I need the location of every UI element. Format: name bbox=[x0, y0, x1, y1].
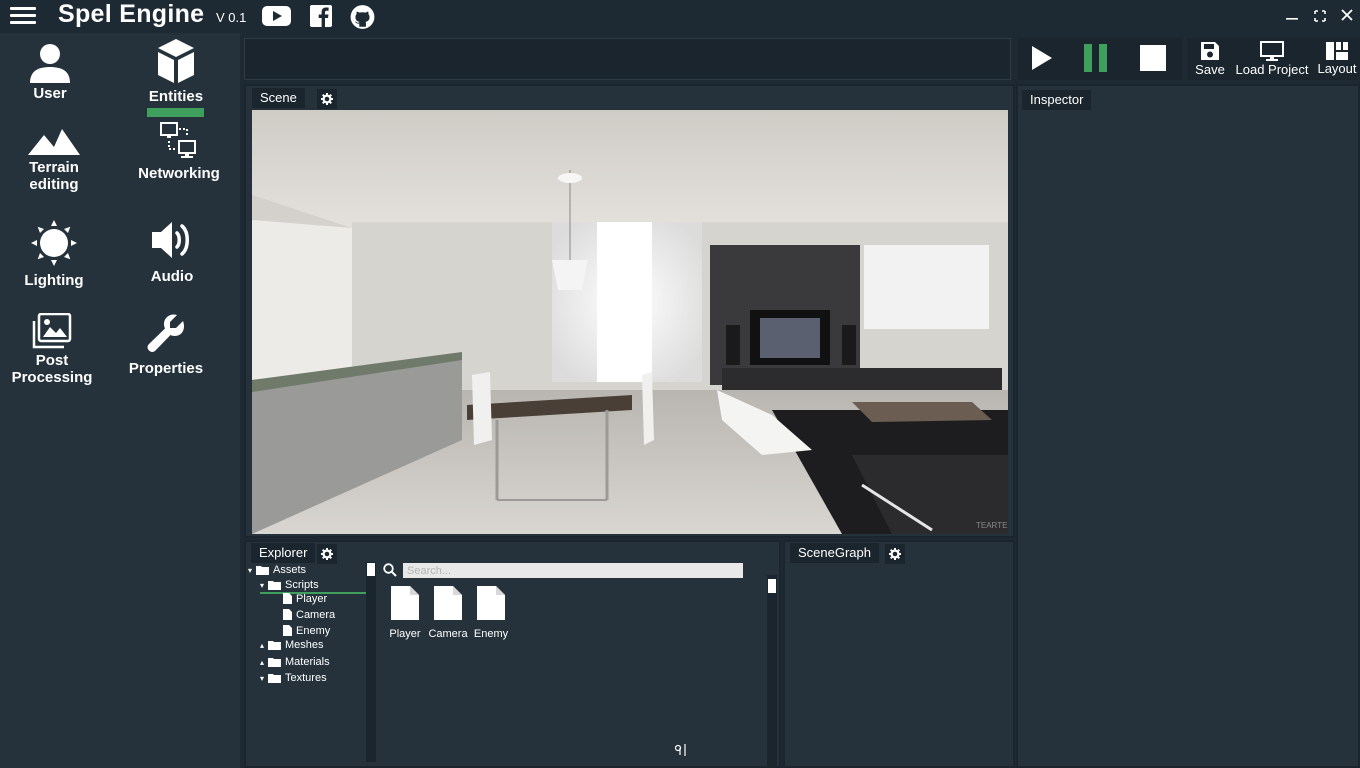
tree-item-meshes[interactable]: ▴ Meshes bbox=[260, 639, 324, 655]
expand-icon[interactable]: ▴ bbox=[260, 641, 268, 650]
layout-button[interactable]: Layout bbox=[1315, 40, 1359, 76]
tree-item-textures[interactable]: ▾ Textures bbox=[260, 672, 327, 688]
speaker-icon bbox=[152, 222, 189, 258]
stop-icon bbox=[1140, 45, 1166, 71]
expand-icon[interactable]: ▾ bbox=[260, 581, 268, 590]
wrench-icon bbox=[147, 314, 185, 352]
file-icon bbox=[391, 586, 419, 620]
viewport-watermark: TEARTE bbox=[976, 521, 1007, 530]
gear-icon bbox=[321, 548, 333, 560]
folder-icon bbox=[268, 581, 281, 590]
play-button[interactable] bbox=[1030, 44, 1054, 77]
pause-button[interactable] bbox=[1083, 43, 1109, 78]
scenegraph-panel bbox=[783, 540, 1015, 768]
sidebar-item-user[interactable]: User bbox=[0, 41, 100, 102]
app-version: V 0.1 bbox=[216, 10, 247, 25]
save-icon bbox=[1201, 42, 1219, 60]
sidebar: User Entities Terrain editing Networking… bbox=[0, 33, 240, 768]
file-enemy[interactable]: Enemy bbox=[469, 586, 513, 640]
sidebar-item-label: Properties bbox=[128, 360, 204, 377]
sidebar-item-networking[interactable]: Networking bbox=[129, 121, 229, 182]
sidebar-item-audio[interactable]: Audio bbox=[122, 219, 222, 285]
sidebar-item-label: Networking bbox=[138, 165, 220, 182]
scrollbar-thumb[interactable] bbox=[367, 563, 375, 576]
sidebar-item-label: Terrain editing bbox=[29, 159, 79, 193]
sidebar-item-label: Post Processing bbox=[11, 352, 93, 386]
mountain-icon bbox=[28, 129, 80, 155]
maximize-icon[interactable] bbox=[1311, 6, 1329, 24]
menu-icon[interactable] bbox=[10, 7, 36, 25]
scene-settings-button[interactable] bbox=[317, 89, 337, 109]
tab-scenegraph[interactable]: SceneGraph bbox=[790, 543, 879, 563]
expand-icon[interactable]: ▾ bbox=[260, 674, 268, 683]
tab-inspector[interactable]: Inspector bbox=[1022, 90, 1092, 110]
tree-scrollbar[interactable] bbox=[366, 562, 376, 762]
tab-explorer[interactable]: Explorer bbox=[251, 543, 316, 563]
sidebar-item-post-processing[interactable]: Post Processing bbox=[2, 313, 102, 386]
app-title: Spel Engine bbox=[58, 0, 205, 28]
scene-render-image: TEARTE bbox=[252, 110, 1008, 534]
close-icon[interactable] bbox=[1338, 6, 1356, 24]
search-input[interactable] bbox=[403, 563, 743, 578]
scrollbar-thumb[interactable] bbox=[768, 579, 776, 593]
explorer-settings-button[interactable] bbox=[317, 544, 337, 564]
folder-icon bbox=[268, 641, 281, 650]
save-button[interactable]: Save bbox=[1195, 40, 1225, 77]
network-icon bbox=[160, 122, 196, 158]
scenegraph-settings-button[interactable] bbox=[885, 544, 905, 564]
files-scrollbar[interactable] bbox=[767, 575, 777, 768]
file-icon bbox=[477, 586, 505, 620]
load-project-button[interactable]: Load Project bbox=[1234, 40, 1310, 77]
file-player[interactable]: Player bbox=[383, 586, 427, 640]
text-cursor-icon bbox=[674, 744, 688, 759]
sidebar-item-label: User bbox=[33, 85, 67, 102]
file-camera[interactable]: Camera bbox=[426, 586, 470, 640]
monitor-icon bbox=[1260, 41, 1284, 61]
file-icon bbox=[434, 586, 462, 620]
facebook-icon[interactable] bbox=[309, 4, 337, 28]
title-bar: Spel Engine V 0.1 bbox=[0, 0, 1360, 33]
tab-scene[interactable]: Scene bbox=[252, 88, 305, 108]
scene-viewport[interactable]: TEARTE bbox=[252, 110, 1008, 534]
play-icon bbox=[1032, 46, 1052, 70]
pause-icon bbox=[1084, 44, 1107, 72]
sidebar-item-label: Audio bbox=[150, 268, 194, 285]
youtube-icon[interactable] bbox=[262, 4, 291, 28]
sidebar-item-entities[interactable]: Entities bbox=[126, 38, 226, 105]
expand-icon[interactable]: ▴ bbox=[260, 658, 268, 667]
tree-item-camera[interactable]: Camera bbox=[283, 609, 335, 625]
active-indicator bbox=[147, 108, 204, 117]
layout-icon bbox=[1326, 42, 1348, 60]
toolbar-strip bbox=[244, 38, 1011, 80]
minimize-icon[interactable] bbox=[1283, 6, 1301, 24]
folder-icon bbox=[268, 674, 281, 683]
sidebar-item-terrain[interactable]: Terrain editing bbox=[4, 125, 104, 193]
cube-icon bbox=[158, 39, 194, 83]
sidebar-item-lighting[interactable]: Lighting bbox=[4, 219, 104, 289]
tree-item-player[interactable]: Player bbox=[283, 593, 327, 609]
file-icon bbox=[283, 609, 292, 620]
playback-controls bbox=[1018, 38, 1182, 80]
folder-icon bbox=[268, 658, 281, 667]
search-icon bbox=[383, 563, 397, 582]
sidebar-item-label: Lighting bbox=[24, 272, 84, 289]
user-icon bbox=[30, 44, 70, 83]
images-icon bbox=[32, 313, 72, 349]
sidebar-item-label: Entities bbox=[148, 88, 204, 105]
tree-item-materials[interactable]: ▴ Materials bbox=[260, 656, 330, 672]
file-controls: Save Load Project Layout bbox=[1187, 38, 1360, 80]
expand-icon[interactable]: ▾ bbox=[248, 566, 256, 575]
sun-icon bbox=[31, 220, 77, 266]
gear-icon bbox=[889, 548, 901, 560]
github-icon[interactable] bbox=[349, 4, 377, 29]
stop-button[interactable] bbox=[1140, 45, 1166, 76]
gear-icon bbox=[321, 93, 333, 105]
file-icon bbox=[283, 625, 292, 636]
tree-item-assets[interactable]: ▾ Assets bbox=[248, 564, 306, 580]
sidebar-item-properties[interactable]: Properties bbox=[116, 311, 216, 377]
folder-icon bbox=[256, 566, 269, 575]
inspector-panel bbox=[1016, 84, 1360, 768]
file-icon bbox=[283, 593, 292, 604]
